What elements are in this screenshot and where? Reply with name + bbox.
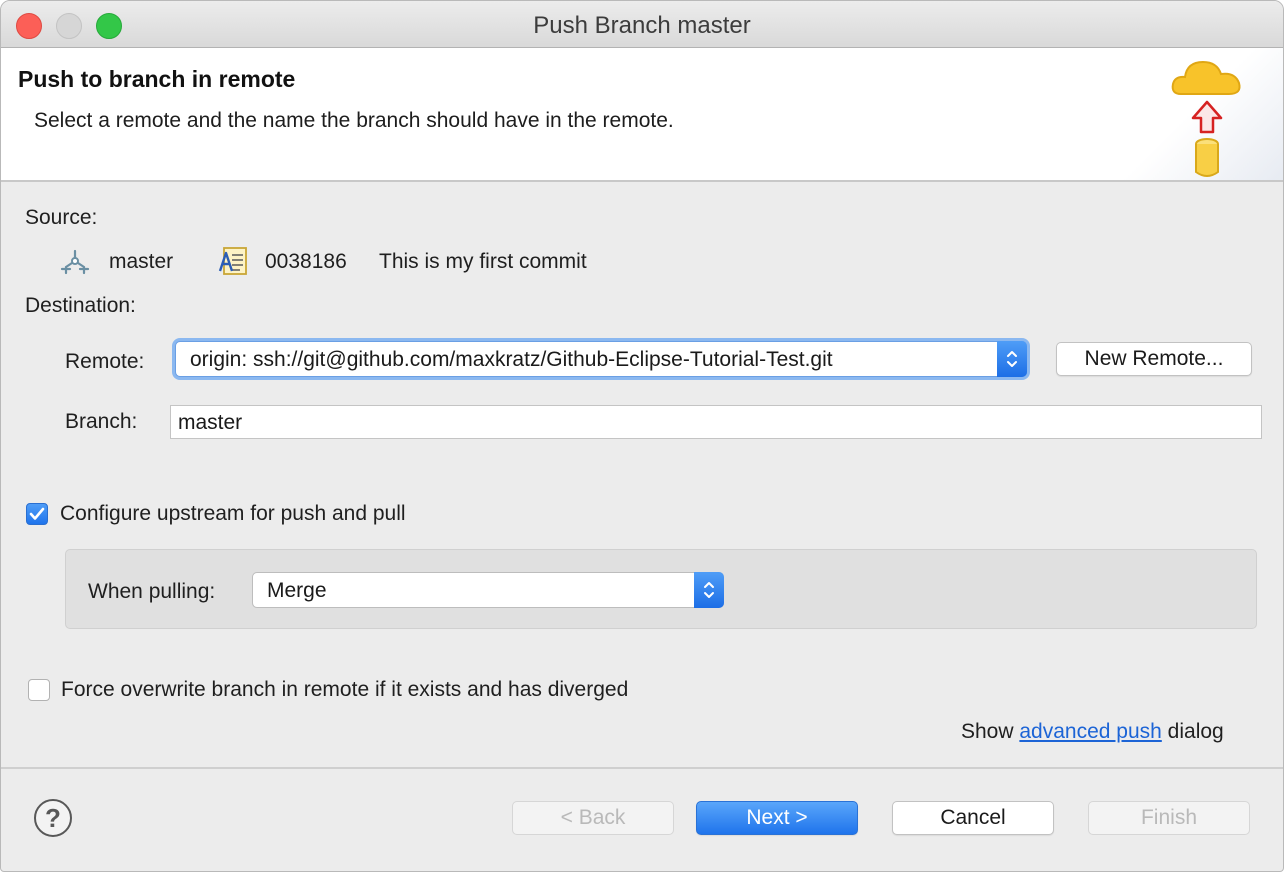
updown-chevron-icon [997,341,1027,377]
remote-select-value: origin: ssh://git@github.com/maxkratz/Gi… [190,348,833,371]
advanced-push-link[interactable]: advanced push [1019,720,1161,743]
remote-select[interactable]: origin: ssh://git@github.com/maxkratz/Gi… [175,341,1027,377]
when-pulling-select[interactable]: Merge [252,572,724,608]
force-overwrite-label[interactable]: Force overwrite branch in remote if it e… [61,678,628,702]
branch-input[interactable]: master [170,405,1262,439]
new-remote-button[interactable]: New Remote... [1056,342,1252,376]
branch-icon [60,249,90,275]
configure-upstream-checkbox[interactable] [26,503,48,525]
advanced-suffix: dialog [1167,720,1224,743]
banner-description: Select a remote and the name the branch … [34,109,674,132]
source-commit-id: 0038186 [265,250,347,273]
force-overwrite-checkbox[interactable] [28,679,50,701]
push-branch-dialog: Push Branch master Push to branch in rem… [0,0,1284,872]
remote-label: Remote: [65,350,145,373]
when-pulling-value: Merge [267,579,327,602]
when-pulling-label: When pulling: [88,580,216,603]
cloud-push-icon [1171,60,1241,177]
branch-label: Branch: [65,410,138,433]
configure-upstream-label[interactable]: Configure upstream for push and pull [60,502,406,526]
cancel-button[interactable]: Cancel [892,801,1054,835]
wizard-banner: Push to branch in remote Select a remote… [1,48,1283,182]
checkmark-icon [29,507,45,520]
updown-chevron-icon [694,572,724,608]
destination-label: Destination: [25,294,136,317]
advanced-prefix: Show [961,720,1014,743]
commit-icon [218,247,247,275]
title-bar: Push Branch master [1,1,1283,48]
finish-button[interactable]: Finish [1088,801,1250,835]
footer-separator [1,767,1283,769]
branch-input-value: master [178,411,243,434]
source-label: Source: [25,206,98,229]
source-commit-message: This is my first commit [379,250,587,273]
next-button[interactable]: Next > [696,801,858,835]
source-branch-name: master [109,250,174,273]
banner-title: Push to branch in remote [18,66,296,92]
back-button[interactable]: < Back [512,801,674,835]
help-icon[interactable]: ? [34,799,72,837]
advanced-push-line: Show advanced push dialog [961,720,1224,744]
window-title: Push Branch master [533,12,751,39]
